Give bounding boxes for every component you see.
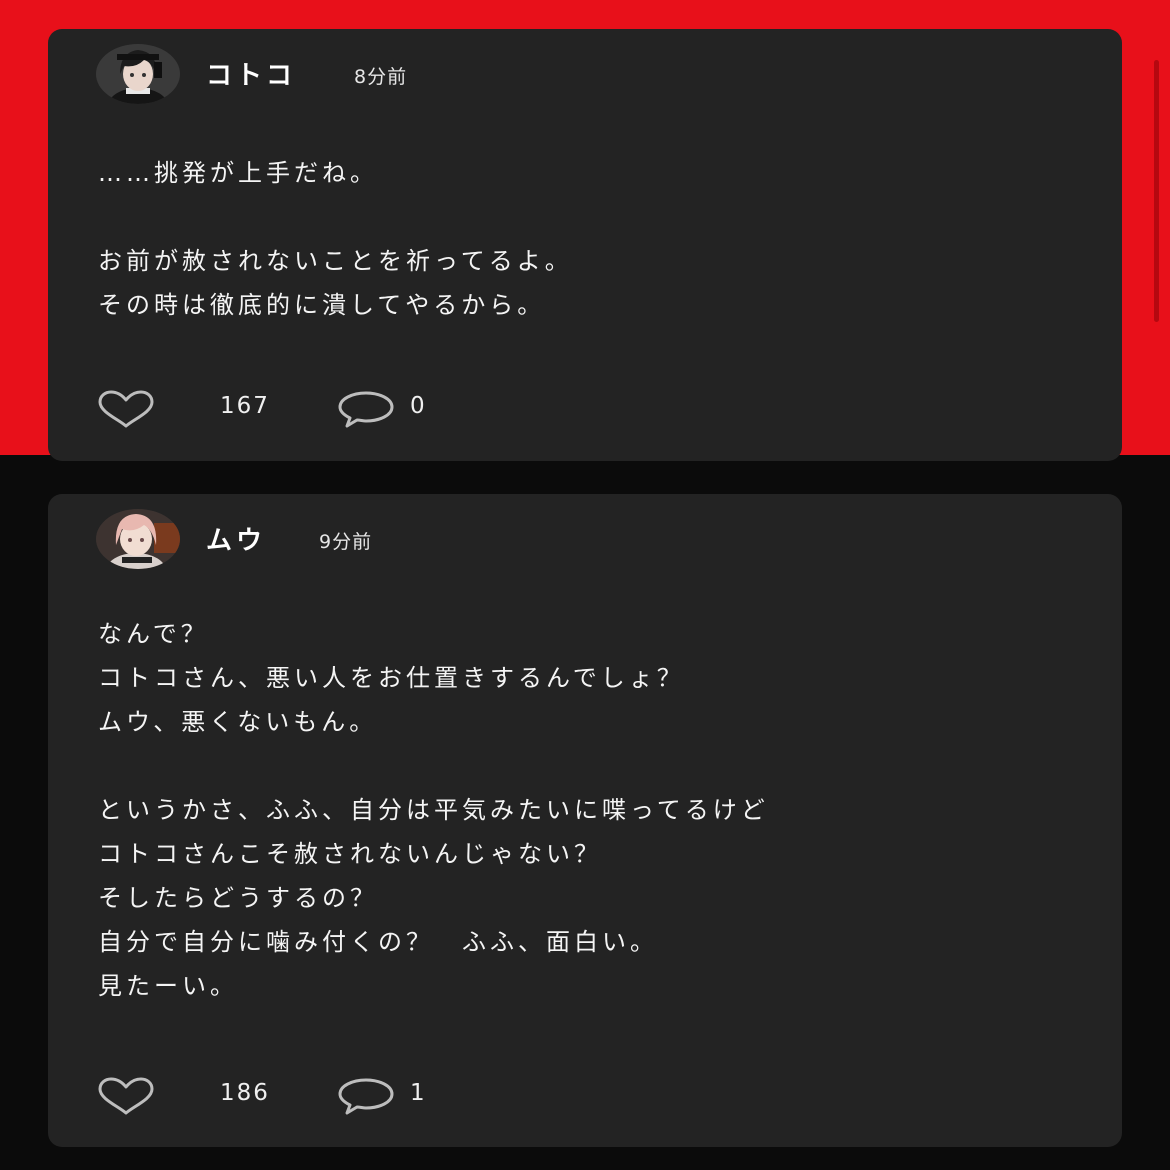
avatar[interactable] bbox=[96, 509, 180, 569]
comment-icon[interactable] bbox=[336, 1076, 396, 1116]
scrollbar[interactable] bbox=[1154, 60, 1159, 322]
post-text-line bbox=[98, 744, 1098, 788]
timestamp: 9分前 bbox=[319, 531, 373, 553]
like-count: 167 bbox=[220, 393, 270, 419]
username[interactable]: ムウ bbox=[206, 520, 266, 557]
avatar[interactable] bbox=[96, 44, 180, 104]
post-actions: 167 0 bbox=[96, 387, 496, 431]
post-text-line: なんで？ bbox=[98, 620, 209, 648]
heart-icon[interactable] bbox=[96, 390, 156, 430]
heart-icon[interactable] bbox=[96, 1077, 156, 1117]
post-card: ムウ 9分前 なんで？ コトコさん、悪い人をお仕置きするんでしょ？ ムウ、悪くな… bbox=[48, 494, 1122, 1147]
post-text-line: コトコさんこそ赦されないんじゃない？ bbox=[98, 840, 602, 868]
avatar-dark-hair-icon bbox=[96, 44, 180, 104]
post-actions: 186 1 bbox=[96, 1074, 496, 1118]
post-body: なんで？ コトコさん、悪い人をお仕置きするんでしょ？ ムウ、悪くないもん。 とい… bbox=[98, 612, 1098, 1008]
post-text-line: そしたらどうするの？ bbox=[98, 884, 378, 912]
post-text-line: ……挑発が上手だね。 bbox=[98, 159, 378, 187]
comment-count: 0 bbox=[410, 393, 425, 419]
post-card: コトコ 8分前 ……挑発が上手だね。 お前が赦されないことを祈ってるよ。 その時… bbox=[48, 29, 1122, 461]
timestamp: 8分前 bbox=[354, 66, 408, 88]
comment-icon[interactable] bbox=[336, 389, 396, 429]
username[interactable]: コトコ bbox=[206, 55, 296, 92]
post-text-line: というかさ、ふふ、自分は平気みたいに喋ってるけど bbox=[98, 796, 769, 824]
comment-count: 1 bbox=[410, 1080, 425, 1106]
avatar-pink-hair-icon bbox=[96, 509, 180, 569]
post-text-line bbox=[98, 195, 1098, 239]
post-text-line: ムウ、悪くないもん。 bbox=[98, 708, 378, 736]
post-text-line: お前が赦されないことを祈ってるよ。 bbox=[98, 247, 573, 275]
post-text-line: コトコさん、悪い人をお仕置きするんでしょ？ bbox=[98, 664, 685, 692]
post-body: ……挑発が上手だね。 お前が赦されないことを祈ってるよ。 その時は徹底的に潰して… bbox=[98, 151, 1098, 327]
like-count: 186 bbox=[220, 1080, 270, 1106]
post-text-line: 自分で自分に噛み付くの？ ふふ、面白い。 bbox=[98, 928, 658, 956]
post-text-line: その時は徹底的に潰してやるから。 bbox=[98, 291, 546, 319]
post-text-line: 見たーい。 bbox=[98, 972, 238, 1000]
